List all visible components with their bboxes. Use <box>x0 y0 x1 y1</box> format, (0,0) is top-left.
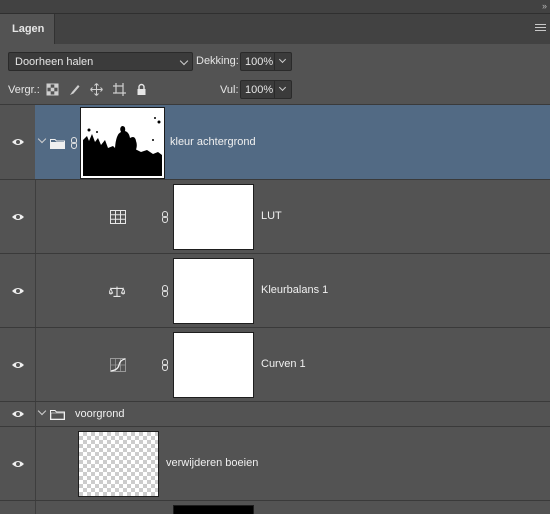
color-balance-icon <box>109 286 125 297</box>
visibility-cell[interactable] <box>0 254 35 327</box>
fill-label: Vul: <box>220 84 239 96</box>
blend-options-row: Doorheen halen Dekking: 100% <box>0 44 550 76</box>
lock-artboard-icon[interactable] <box>113 83 126 96</box>
layer-row-curven[interactable]: Curven 1 <box>0 328 550 402</box>
layer-row-verwijderen-boeien[interactable]: verwijderen boeien <box>0 427 550 501</box>
layers-list: kleur achtergrond LUT Kleurbalans 1 Curv… <box>0 104 550 514</box>
layer-mask-thumbnail[interactable] <box>173 332 254 398</box>
visibility-cell[interactable] <box>0 180 35 253</box>
lock-options-row: Vergr.: Vul: 100% <box>0 76 550 103</box>
panel-menu-icon[interactable] <box>535 24 546 33</box>
opacity-field[interactable]: 100% <box>240 52 292 71</box>
eye-icon[interactable] <box>11 360 25 370</box>
layer-name[interactable]: Kleurbalans 1 <box>261 284 328 296</box>
curves-icon <box>110 358 126 372</box>
opacity-label: Dekking: <box>196 55 239 67</box>
chevron-down-icon <box>179 56 189 66</box>
layer-mask-thumbnail[interactable] <box>80 107 165 179</box>
fill-field[interactable]: 100% <box>240 80 292 99</box>
eye-icon[interactable] <box>11 137 25 147</box>
eye-icon[interactable] <box>11 286 25 296</box>
eye-icon[interactable] <box>11 409 25 419</box>
chevron-down-icon <box>278 83 287 92</box>
opacity-value: 100% <box>245 56 274 68</box>
folder-icon <box>50 410 65 420</box>
layer-row-voorgrond[interactable]: voorgrond <box>0 402 550 427</box>
opacity-dropdown[interactable] <box>274 53 291 70</box>
layer-row-kleur-achtergrond[interactable]: kleur achtergrond <box>0 105 550 180</box>
layer-name[interactable]: voorgrond <box>75 408 125 420</box>
chevron-down-icon <box>278 55 287 64</box>
lock-all-icon[interactable] <box>135 83 148 96</box>
link-icon[interactable] <box>161 211 169 223</box>
layer-name[interactable]: verwijderen boeien <box>166 457 258 469</box>
visibility-cell[interactable] <box>0 427 35 500</box>
panel-top-strip: ›› <box>0 0 550 14</box>
link-icon[interactable] <box>161 359 169 371</box>
layer-thumbnail-transparent[interactable] <box>78 431 159 497</box>
grid-lut-icon <box>110 210 126 224</box>
silhouette-mask-image <box>83 110 162 176</box>
link-icon[interactable] <box>70 137 78 149</box>
lock-label: Vergr.: <box>8 84 40 96</box>
eye-icon[interactable] <box>11 212 25 222</box>
expand-arrow-icon[interactable] <box>37 406 47 416</box>
layer-row-partial[interactable] <box>0 501 550 514</box>
visibility-cell[interactable] <box>0 105 35 179</box>
tab-layers[interactable]: Lagen <box>0 14 55 44</box>
visibility-cell[interactable] <box>0 328 35 401</box>
layer-name[interactable]: Curven 1 <box>261 358 306 370</box>
lock-position-icon[interactable] <box>90 83 103 96</box>
layer-mask-thumbnail[interactable] <box>173 184 254 250</box>
panel-tab-bar: Lagen <box>0 14 550 44</box>
layer-name[interactable]: kleur achtergrond <box>170 136 256 148</box>
layer-row-lut[interactable]: LUT <box>0 180 550 254</box>
visibility-cell[interactable] <box>0 402 35 426</box>
fill-value: 100% <box>245 84 274 96</box>
fill-dropdown[interactable] <box>274 81 291 98</box>
layer-thumbnail[interactable] <box>173 505 254 514</box>
layer-mask-thumbnail[interactable] <box>173 258 254 324</box>
layer-row-kleurbalans[interactable]: Kleurbalans 1 <box>0 254 550 328</box>
link-icon[interactable] <box>161 285 169 297</box>
lock-image-pixels-icon[interactable] <box>68 83 81 96</box>
expand-arrow-icon[interactable] <box>37 134 47 144</box>
blend-mode-select[interactable]: Doorheen halen <box>8 52 193 71</box>
blend-mode-value: Doorheen halen <box>15 56 94 68</box>
tab-layers-label: Lagen <box>12 23 45 35</box>
layer-name[interactable]: LUT <box>261 210 282 222</box>
lock-transparent-pixels-icon[interactable] <box>46 83 59 96</box>
collapse-panel-button[interactable]: ›› <box>542 1 547 11</box>
folder-icon <box>50 139 65 149</box>
eye-icon[interactable] <box>11 459 25 469</box>
